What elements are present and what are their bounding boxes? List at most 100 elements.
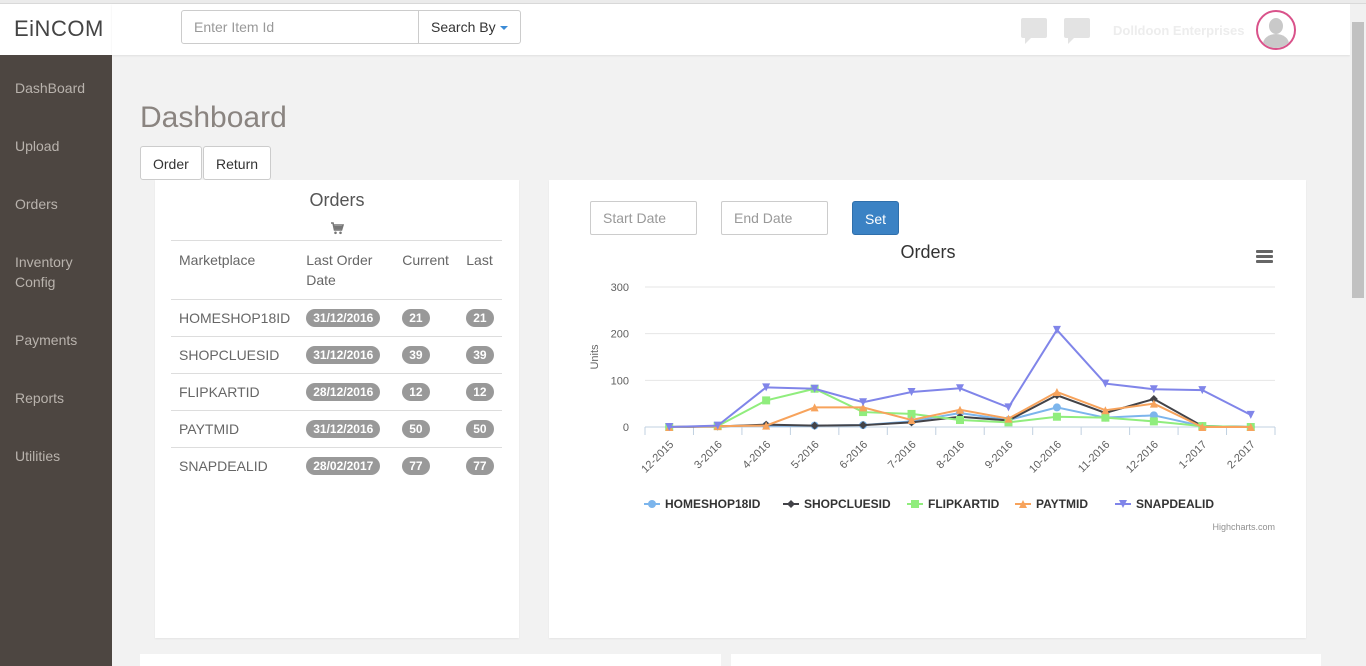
date-badge: 31/12/2016	[306, 420, 381, 438]
bottom-card-left	[140, 654, 721, 666]
company-name: Dolldoon Enterprises	[1113, 23, 1245, 38]
orders-card-title: Orders	[309, 190, 365, 210]
current-cell: 21	[394, 299, 459, 337]
x-tick-label: 5-2016	[789, 439, 822, 472]
marketplace-cell: FLIPKARTID	[171, 373, 299, 411]
search-by-dropdown[interactable]: Search By	[418, 10, 521, 44]
last-cell: 77	[458, 448, 502, 485]
data-point	[762, 396, 771, 405]
messages-icon[interactable]	[1064, 18, 1090, 44]
legend-item-flipkartid: FLIPKARTID	[928, 497, 1000, 511]
y-tick-label: 100	[611, 375, 629, 387]
data-point	[1004, 403, 1013, 412]
cart-icon	[331, 222, 344, 235]
data-point	[1246, 410, 1255, 419]
chart-title: Orders	[900, 242, 955, 262]
sidebar-item-reports[interactable]: Reports	[15, 388, 105, 408]
data-point	[956, 416, 964, 424]
legend-item-homeshop18id: HOMESHOP18ID	[665, 497, 761, 511]
tab-order[interactable]: Order	[140, 146, 202, 180]
date-badge: 31/12/2016	[306, 309, 381, 327]
end-date-input[interactable]	[721, 201, 828, 235]
last-order-date-cell: 28/02/2017	[298, 448, 394, 485]
last-cell: 12	[458, 373, 502, 411]
x-tick-label: 8-2016	[934, 439, 967, 472]
x-tick-label: 10-2016	[1027, 439, 1064, 476]
date-badge: 31/12/2016	[306, 346, 381, 364]
data-point	[1052, 403, 1061, 412]
orders-table-header: Marketplace Last Order Date Current Last	[171, 240, 502, 300]
legend-item-paytmid: PAYTMID	[1036, 497, 1088, 511]
current-count-badge: 50	[402, 420, 430, 438]
legend-item-shopcluesid: SHOPCLUESID	[804, 497, 891, 511]
last-count-badge: 39	[466, 346, 494, 364]
x-tick-label: 1-2017	[1177, 439, 1210, 472]
y-axis-label: Units	[589, 344, 601, 370]
last-count-badge: 21	[466, 309, 494, 327]
avatar-body	[1263, 34, 1289, 48]
column-header-last: Last	[458, 240, 502, 300]
column-header-current: Current	[394, 240, 459, 300]
sidebar-item-orders[interactable]: Orders	[15, 194, 105, 214]
orders-card: Orders Marketplace Last Order Date Curre…	[155, 180, 519, 638]
x-tick-label: 6-2016	[837, 439, 870, 472]
sidebar-item-upload[interactable]: Upload	[15, 136, 105, 156]
marketplace-cell: PAYTMID	[171, 410, 299, 448]
table-row: SHOPCLUESID 31/12/2016 39 39	[171, 336, 502, 374]
last-cell: 21	[458, 299, 502, 337]
column-header-last-order-date: Last Order Date	[298, 240, 395, 300]
item-id-search-input[interactable]	[181, 10, 419, 44]
current-count-badge: 21	[402, 309, 430, 327]
table-row: HOMESHOP18ID 31/12/2016 21 21	[171, 299, 502, 337]
current-cell: 77	[394, 448, 458, 485]
user-avatar[interactable]	[1256, 10, 1296, 50]
marketplace-cell: HOMESHOP18ID	[171, 299, 299, 337]
table-row: SNAPDEALID 28/02/2017 77 77	[171, 448, 502, 485]
x-tick-label: 12-2015	[639, 439, 676, 476]
table-row: PAYTMID 31/12/2016 50 50	[171, 410, 502, 448]
column-header-marketplace: Marketplace	[171, 240, 299, 300]
last-count-badge: 50	[466, 420, 494, 438]
current-count-badge: 39	[402, 346, 430, 364]
legend-marker	[787, 500, 795, 508]
marketplace-cell: SHOPCLUESID	[171, 336, 299, 374]
x-tick-label: 2-2017	[1225, 439, 1258, 472]
chart-credit: Highcharts.com	[1212, 522, 1275, 532]
legend-marker	[911, 500, 919, 508]
last-count-badge: 77	[466, 457, 494, 476]
tab-return[interactable]: Return	[203, 146, 272, 180]
y-tick-label: 0	[623, 422, 629, 434]
start-date-input[interactable]	[590, 201, 697, 235]
last-cell: 39	[458, 336, 502, 374]
avatar-head	[1269, 18, 1283, 34]
data-point	[1149, 417, 1158, 426]
search-by-label: Search By	[431, 19, 496, 35]
legend-item-snapdealid: SNAPDEALID	[1136, 497, 1214, 511]
last-cell: 50	[458, 410, 502, 448]
date-badge: 28/02/2017	[306, 457, 381, 476]
x-tick-label: 7-2016	[886, 439, 919, 472]
page-scrollbar[interactable]	[1350, 4, 1366, 666]
orders-table: Marketplace Last Order Date Current Last…	[171, 240, 502, 485]
chart-card: Set Orders 0 100 200 300 Units 12-2015 3-2016 4-…	[549, 180, 1306, 638]
x-tick-label: 12-2016	[1124, 439, 1161, 476]
current-cell: 50	[394, 410, 459, 448]
chat-icon[interactable]	[1021, 18, 1047, 44]
last-order-date-cell: 31/12/2016	[298, 336, 395, 374]
caret-down-icon	[499, 26, 508, 31]
sidebar-item-utilities[interactable]: Utilities	[15, 446, 105, 466]
app-logo[interactable]: EiNCOM	[0, 4, 112, 55]
last-order-date-cell: 31/12/2016	[298, 410, 395, 448]
legend-marker	[648, 500, 656, 508]
last-count-badge: 12	[466, 383, 494, 401]
set-button[interactable]: Set	[852, 201, 899, 235]
data-point	[1052, 412, 1061, 421]
orders-line-chart: Orders 0 100 200 300 Units 12-2015 3-2016 4-2016…	[589, 242, 1276, 532]
x-tick-label: 4-2016	[741, 439, 774, 472]
sidebar-item-dashboard[interactable]: DashBoard	[15, 78, 105, 98]
current-count-badge: 12	[402, 383, 430, 401]
x-tick-label: 3-2016	[692, 439, 725, 472]
scrollbar-thumb[interactable]	[1352, 22, 1364, 298]
sidebar-item-inventory-config[interactable]: Inventory Config	[15, 252, 105, 292]
sidebar-item-payments[interactable]: Payments	[15, 330, 105, 350]
